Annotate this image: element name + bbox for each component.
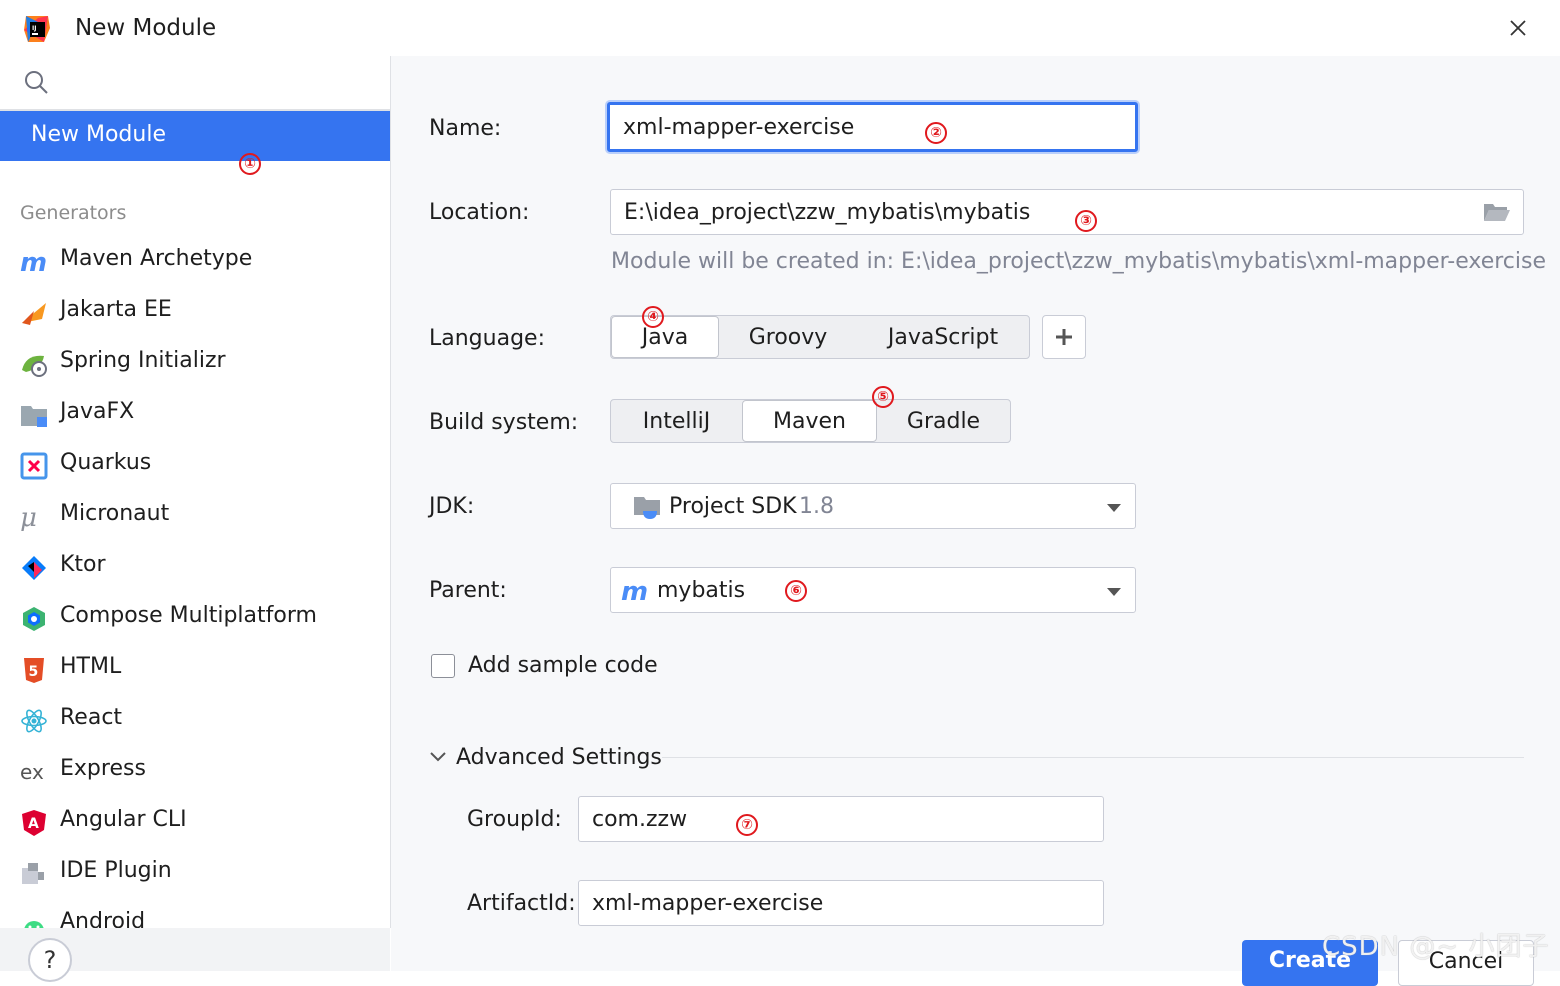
ktor-icon — [22, 556, 46, 580]
chevron-down-icon — [1107, 504, 1121, 512]
close-icon — [1510, 20, 1526, 36]
window-title: New Module — [75, 15, 217, 41]
plugin-icon — [22, 863, 44, 884]
language-segmented-control: Java Groovy JavaScript — [610, 315, 1030, 359]
html5-icon: 5 — [24, 658, 44, 683]
annotation-marker-4: ④ — [642, 306, 664, 328]
sidebar-item-spring-initializr[interactable]: Spring Initializr — [0, 342, 390, 386]
svg-text:IJ: IJ — [32, 25, 36, 32]
language-option-groovy[interactable]: Groovy — [719, 316, 857, 358]
intellij-logo-icon: IJ — [24, 16, 50, 42]
jakarta-ee-icon — [22, 303, 46, 325]
express-icon: ex — [20, 760, 44, 784]
add-sample-code-label: Add sample code — [468, 653, 658, 678]
folder-open-icon[interactable] — [1483, 201, 1511, 223]
sidebar-item-micronaut[interactable]: μ Micronaut — [0, 495, 390, 539]
language-label: Language: — [429, 326, 545, 351]
svg-text:A: A — [28, 816, 39, 832]
sidebar-item-compose-multiplatform[interactable]: Compose Multiplatform — [0, 597, 390, 641]
generators-sidebar: New Module ① Generators m Maven Archetyp… — [0, 56, 391, 928]
title-bar: IJ New Module — [0, 0, 1560, 56]
advanced-settings-toggle[interactable]: Advanced Settings — [456, 745, 662, 770]
spring-icon — [22, 355, 47, 377]
annotation-marker-7: ⑦ — [736, 814, 758, 836]
name-label: Name: — [429, 116, 502, 141]
language-option-javascript[interactable]: JavaScript — [857, 316, 1029, 358]
groupid-label: GroupId: — [467, 807, 562, 832]
angular-icon: A — [22, 810, 46, 836]
annotation-marker-2: ② — [925, 122, 947, 144]
location-input[interactable]: E:\idea_project\zzw_mybatis\mybatis — [610, 189, 1524, 235]
sidebar-item-javafx[interactable]: JavaFX — [0, 393, 390, 437]
add-sample-code-checkbox[interactable] — [431, 654, 455, 678]
chevron-down-icon[interactable] — [429, 750, 447, 764]
location-hint: Module will be created in: E:\idea_proje… — [611, 249, 1546, 274]
micronaut-icon: μ — [20, 503, 37, 531]
sidebar-item-ide-plugin[interactable]: IDE Plugin — [0, 852, 390, 896]
react-icon — [21, 709, 47, 733]
sidebar-item-react[interactable]: React — [0, 699, 390, 743]
sidebar-item-angular-cli[interactable]: A Angular CLI — [0, 801, 390, 845]
sidebar-item-jakarta-ee[interactable]: Jakarta EE — [0, 291, 390, 335]
svg-text:μ: μ — [20, 503, 37, 531]
sidebar-item-html[interactable]: 5 HTML — [0, 648, 390, 692]
maven-icon: m — [621, 577, 648, 605]
maven-icon: m — [20, 248, 47, 276]
chevron-down-icon — [1107, 588, 1121, 596]
add-language-button[interactable] — [1042, 315, 1086, 359]
jdk-label: JDK: — [429, 494, 475, 519]
search-icon — [25, 71, 48, 94]
artifactid-label: ArtifactId: — [467, 891, 576, 916]
svg-text:ex: ex — [20, 760, 44, 784]
build-option-gradle[interactable]: Gradle — [877, 400, 1010, 442]
annotation-marker-3: ③ — [1075, 210, 1097, 232]
sidebar-item-quarkus[interactable]: Quarkus — [0, 444, 390, 488]
plus-icon — [1056, 329, 1072, 345]
parent-dropdown[interactable]: m mybatis — [610, 567, 1136, 613]
generators-header: Generators — [20, 202, 127, 224]
sidebar-item-label: New Module — [31, 122, 166, 147]
svg-text:5: 5 — [29, 664, 39, 680]
parent-label: Parent: — [429, 578, 507, 603]
build-option-maven[interactable]: Maven — [742, 400, 877, 442]
language-option-java[interactable]: Java — [611, 316, 719, 358]
sidebar-item-express[interactable]: ex Express — [0, 750, 390, 794]
sidebar-item-android[interactable]: Android — [0, 903, 390, 928]
compose-icon — [23, 607, 45, 631]
close-button[interactable] — [1500, 10, 1536, 46]
watermark: CSDN @~ 小团子 — [1322, 932, 1550, 962]
sidebar-search[interactable] — [0, 56, 390, 111]
sidebar-item-ktor[interactable]: Ktor — [0, 546, 390, 590]
sidebar-item-maven-archetype[interactable]: m Maven Archetype — [0, 240, 390, 284]
artifactid-input[interactable]: xml-mapper-exercise — [578, 880, 1104, 926]
annotation-marker-6: ⑥ — [785, 580, 807, 602]
groupid-input[interactable]: com.zzw — [578, 796, 1104, 842]
svg-text:m: m — [20, 248, 47, 276]
sdk-folder-icon — [634, 497, 660, 519]
javafx-icon — [21, 406, 47, 427]
android-icon — [24, 921, 44, 928]
divider — [662, 757, 1524, 758]
build-option-intellij[interactable]: IntelliJ — [611, 400, 742, 442]
build-system-label: Build system: — [429, 410, 579, 435]
svg-text:m: m — [621, 577, 648, 605]
module-form: Name: xml-mapper-exercise ② Location: E:… — [391, 56, 1560, 971]
help-button[interactable]: ? — [28, 938, 72, 982]
annotation-marker-5: ⑤ — [872, 386, 894, 408]
annotation-marker-1: ① — [239, 153, 261, 175]
quarkus-icon — [20, 452, 48, 480]
name-input[interactable]: xml-mapper-exercise — [607, 102, 1138, 152]
sidebar-item-new-module[interactable]: New Module — [0, 111, 390, 161]
build-system-segmented-control: IntelliJ Maven Gradle — [610, 399, 1011, 443]
jdk-dropdown[interactable]: Project SDK 1.8 — [610, 483, 1136, 529]
location-label: Location: — [429, 200, 530, 225]
